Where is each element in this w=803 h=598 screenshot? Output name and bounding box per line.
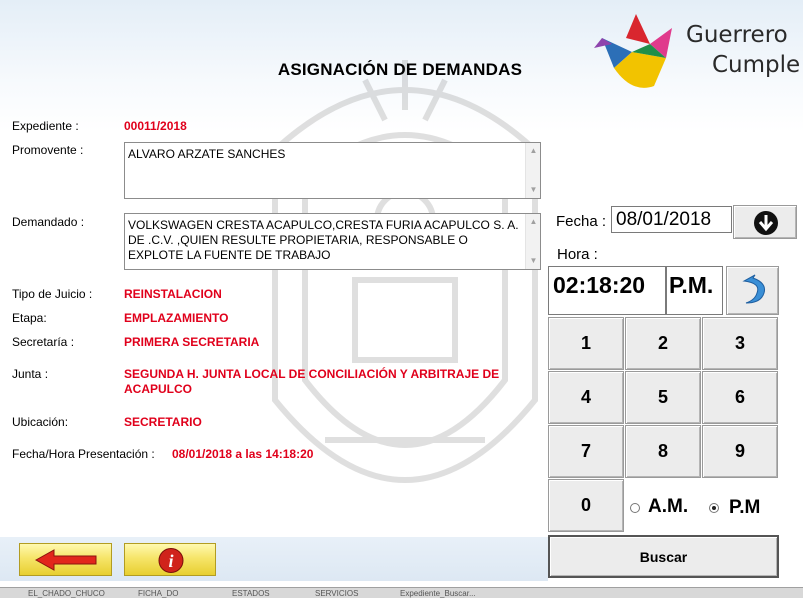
etapa-label: Etapa: <box>12 311 47 325</box>
taskbar-item[interactable]: SERVICIOS <box>315 589 358 598</box>
demandado-field[interactable]: VOLKSWAGEN CRESTA ACAPULCO,CRESTA FURIA … <box>124 213 541 270</box>
key-9[interactable]: 9 <box>702 425 778 478</box>
logo-text-cumple: Cumple <box>712 52 801 78</box>
key-0[interactable]: 0 <box>548 479 624 532</box>
demandado-label: Demandado : <box>12 215 85 229</box>
scroll-down-icon[interactable]: ▼ <box>528 185 539 195</box>
svg-text:i: i <box>168 551 173 571</box>
key-8[interactable]: 8 <box>625 425 701 478</box>
secretaria-value: PRIMERA SECRETARIA <box>124 335 260 349</box>
expediente-value: 00011/2018 <box>124 119 187 133</box>
pm-label[interactable]: P.M <box>729 497 760 519</box>
scroll-up-icon[interactable]: ▲ <box>528 217 539 227</box>
am-radio[interactable] <box>630 503 640 513</box>
taskbar-item[interactable]: ESTADOS <box>232 589 270 598</box>
ubicacion-label: Ubicación: <box>12 415 69 429</box>
scroll-up-icon[interactable]: ▲ <box>528 146 539 156</box>
tipo-juicio-value: REINSTALACION <box>124 287 222 301</box>
hora-label: Hora : <box>557 246 598 263</box>
pm-radio[interactable] <box>709 503 719 513</box>
fecha-dropdown-button[interactable] <box>733 205 797 239</box>
logo-text-guerrero: Guerrero <box>686 22 788 48</box>
clear-time-button[interactable] <box>726 266 779 315</box>
secretaria-label: Secretaría : <box>12 335 75 349</box>
scroll-down-icon[interactable]: ▼ <box>528 256 539 266</box>
pm-radio-selected-dot <box>712 506 716 510</box>
time-display[interactable]: 02:18:20 <box>548 266 666 315</box>
arrow-down-circle-icon <box>754 211 778 235</box>
page-title: ASIGNACIÓN DE DEMANDAS <box>277 60 523 79</box>
redo-arrow-icon <box>742 274 765 304</box>
demandado-text: VOLKSWAGEN CRESTA ACAPULCO,CRESTA FURIA … <box>128 218 519 262</box>
fecha-hora-label: Fecha/Hora Presentación : <box>12 447 155 461</box>
junta-label: Junta : <box>12 367 49 381</box>
fecha-input[interactable]: 08/01/2018 <box>611 206 732 233</box>
info-button[interactable]: i <box>124 543 216 576</box>
key-5[interactable]: 5 <box>625 371 701 424</box>
etapa-value: EMPLAZAMIENTO <box>124 311 229 325</box>
ubicacion-value: SECRETARIO <box>124 415 202 429</box>
taskbar-strip: EL_CHADO_CHUCO FICHA_DO ESTADOS SERVICIO… <box>0 587 803 598</box>
key-6[interactable]: 6 <box>702 371 778 424</box>
seal-watermark <box>272 60 538 483</box>
ampm-display[interactable]: P.M. <box>666 266 723 315</box>
promovente-label: Promovente : <box>12 143 84 157</box>
key-4[interactable]: 4 <box>548 371 624 424</box>
key-3[interactable]: 3 <box>702 317 778 370</box>
promovente-scrollbar[interactable]: ▲ ▼ <box>525 143 540 198</box>
demandado-scrollbar[interactable]: ▲ ▼ <box>525 214 540 269</box>
tipo-juicio-label: Tipo de Juicio : <box>12 287 93 301</box>
expediente-label: Expediente : <box>12 119 79 133</box>
junta-value: SEGUNDA H. JUNTA LOCAL DE CONCILIACIÓN Y… <box>124 367 500 396</box>
guerrero-cumple-logo: Guerrero Cumple <box>592 8 801 100</box>
am-label[interactable]: A.M. <box>648 496 688 518</box>
taskbar-item[interactable]: EL_CHADO_CHUCO <box>28 589 105 598</box>
fecha-label: Fecha : <box>556 213 607 230</box>
key-2[interactable]: 2 <box>625 317 701 370</box>
promovente-text: ALVARO ARZATE SANCHES <box>128 147 286 161</box>
promovente-field[interactable]: ALVARO ARZATE SANCHES ▲ ▼ <box>124 142 541 199</box>
taskbar-item[interactable]: Expediente_Buscar... <box>400 589 476 598</box>
fecha-hora-value: 08/01/2018 a las 14:18:20 <box>172 447 314 461</box>
buscar-button[interactable]: Buscar <box>548 535 779 578</box>
arrow-left-icon <box>34 549 97 571</box>
back-button[interactable] <box>19 543 112 576</box>
info-icon: i <box>158 548 184 573</box>
logo-emblem-icon <box>594 14 672 88</box>
taskbar-item[interactable]: FICHA_DO <box>138 589 178 598</box>
key-7[interactable]: 7 <box>548 425 624 478</box>
key-1[interactable]: 1 <box>548 317 624 370</box>
